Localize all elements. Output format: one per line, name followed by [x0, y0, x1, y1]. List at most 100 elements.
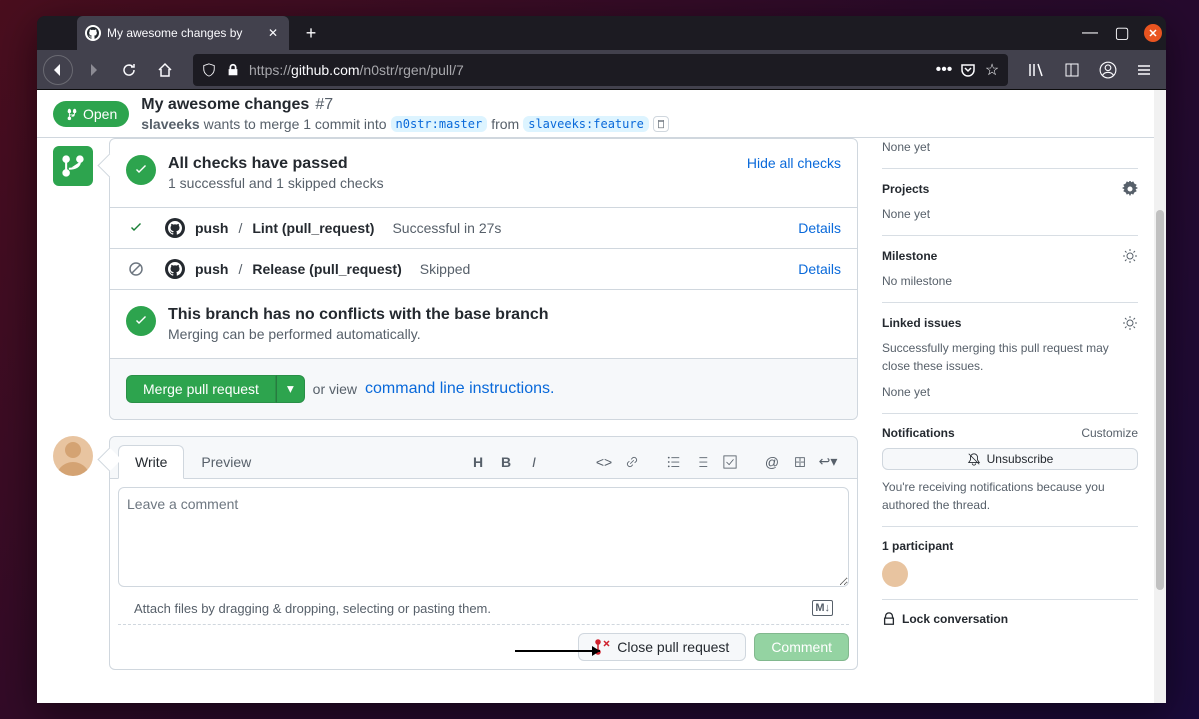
sidebar-linked-issues[interactable]: Linked issues: [882, 315, 1138, 331]
forward-button: [77, 54, 109, 86]
code-icon[interactable]: <>: [591, 449, 617, 475]
tab-close-icon[interactable]: ✕: [265, 25, 281, 41]
tab-title: My awesome changes by: [107, 26, 259, 40]
scrollbar-thumb[interactable]: [1156, 210, 1164, 590]
pr-number: #7: [315, 96, 333, 114]
merge-button[interactable]: Merge pull request: [126, 375, 276, 403]
sidebar-participants: 1 participant: [882, 539, 1138, 553]
window-controls: — ▢: [1080, 16, 1162, 50]
comment-toolbar: H B I <>: [453, 449, 849, 475]
attach-hint[interactable]: Attach files by dragging & dropping, sel…: [134, 601, 491, 616]
library-icon[interactable]: [1020, 54, 1052, 86]
browser-tab[interactable]: My awesome changes by ✕: [77, 16, 289, 50]
check-success-icon: [126, 155, 156, 185]
check-details-link[interactable]: Details: [798, 220, 841, 236]
status-label: Open: [83, 106, 117, 122]
tab-bar: My awesome changes by ✕ + — ▢: [37, 16, 1166, 50]
check-status: Skipped: [420, 261, 471, 277]
sidebar-projects[interactable]: Projects: [882, 181, 1138, 197]
base-branch[interactable]: n0str:master: [391, 116, 488, 132]
head-branch[interactable]: slaveeks:feature: [523, 116, 649, 132]
back-button[interactable]: [43, 55, 73, 85]
write-tab[interactable]: Write: [118, 445, 184, 479]
page-content: Open My awesome changes #7 slaveeks want…: [37, 90, 1166, 703]
sidebar-none-yet: None yet: [882, 138, 1138, 156]
preview-tab[interactable]: Preview: [184, 445, 268, 479]
ul-icon[interactable]: [661, 449, 687, 475]
sidebar-notifications: NotificationsCustomize: [882, 426, 1138, 440]
participant-avatar[interactable]: [882, 561, 908, 587]
check-name[interactable]: Release (pull_request): [252, 261, 401, 277]
comment-form: Write Preview H B I: [109, 436, 858, 690]
home-button[interactable]: [149, 54, 181, 86]
unsubscribe-button[interactable]: Unsubscribe: [882, 448, 1138, 470]
bold-icon[interactable]: B: [493, 449, 519, 475]
user-avatar[interactable]: [53, 436, 93, 476]
reply-icon[interactable]: ↩▾: [815, 449, 841, 475]
scrollbar[interactable]: [1154, 90, 1166, 703]
lock-icon: [225, 62, 241, 78]
url-text: https://github.com/n0str/rgen/pull/7: [249, 62, 928, 78]
comment-button[interactable]: Comment: [754, 633, 849, 661]
merge-button-group: Merge pull request ▾: [126, 375, 305, 403]
pr-title: My awesome changes: [141, 96, 309, 114]
account-icon[interactable]: [1092, 54, 1124, 86]
quote-icon[interactable]: [563, 449, 589, 475]
checks-header: All checks have passed: [168, 155, 384, 173]
check-row: push / Lint (pull_request) Successful in…: [110, 208, 857, 249]
new-tab-button[interactable]: +: [297, 19, 325, 47]
link-icon[interactable]: [619, 449, 645, 475]
nav-bar: https://github.com/n0str/rgen/pull/7 •••…: [37, 50, 1166, 90]
merge-badge-icon: [53, 146, 93, 186]
pr-meta: slaveeks wants to merge 1 commit into n0…: [141, 116, 1138, 132]
pr-header: Open My awesome changes #7 slaveeks want…: [37, 90, 1154, 138]
maximize-button[interactable]: ▢: [1112, 23, 1132, 43]
checks-subtext: 1 successful and 1 skipped checks: [168, 175, 384, 191]
check-skip-icon: [128, 261, 144, 277]
github-favicon: [85, 25, 101, 41]
github-actions-icon: [165, 218, 185, 238]
mention-icon[interactable]: @: [759, 449, 785, 475]
hide-checks-link[interactable]: Hide all checks: [747, 155, 841, 171]
menu-icon[interactable]: [1128, 54, 1160, 86]
conflict-subtext: Merging can be performed automatically.: [168, 326, 549, 342]
lock-conversation[interactable]: Lock conversation: [882, 600, 1138, 626]
copy-icon[interactable]: [653, 116, 669, 132]
comment-textarea[interactable]: [118, 487, 849, 587]
merge-dropdown[interactable]: ▾: [276, 375, 305, 403]
minimize-button[interactable]: —: [1080, 23, 1100, 43]
no-conflict-icon: [126, 306, 156, 336]
task-icon[interactable]: [717, 449, 743, 475]
sidebar-milestone[interactable]: Milestone: [882, 248, 1138, 264]
reload-button[interactable]: [113, 54, 145, 86]
ol-icon[interactable]: [689, 449, 715, 475]
more-icon[interactable]: •••: [936, 62, 952, 78]
gear-icon: [1122, 315, 1138, 331]
status-badge: Open: [53, 101, 129, 127]
markdown-icon[interactable]: M↓: [812, 600, 833, 616]
timeline: All checks have passed 1 successful and …: [53, 138, 858, 703]
github-actions-icon: [165, 259, 185, 279]
check-pass-icon: [128, 220, 144, 236]
gear-icon: [1122, 248, 1138, 264]
shield-icon: [201, 62, 217, 78]
browser-window: My awesome changes by ✕ + — ▢ https://gi…: [37, 16, 1166, 703]
cli-instructions-link[interactable]: command line instructions.: [365, 380, 554, 398]
pr-author[interactable]: slaveeks: [141, 116, 199, 132]
italic-icon[interactable]: I: [521, 449, 547, 475]
pocket-icon[interactable]: [960, 62, 976, 78]
bookmark-icon[interactable]: ☆: [984, 62, 1000, 78]
check-row: push / Release (pull_request) Skipped De…: [110, 249, 857, 290]
close-window-button[interactable]: [1144, 24, 1162, 42]
check-name[interactable]: Lint (pull_request): [252, 220, 374, 236]
sidebar: None yet Projects None yet Milestone No …: [882, 138, 1138, 703]
customize-link[interactable]: Customize: [1081, 426, 1138, 440]
close-pr-button[interactable]: Close pull request: [578, 633, 746, 661]
check-status: Successful in 27s: [392, 220, 501, 236]
heading-icon[interactable]: H: [465, 449, 491, 475]
sidebar-icon[interactable]: [1056, 54, 1088, 86]
url-bar[interactable]: https://github.com/n0str/rgen/pull/7 •••…: [193, 54, 1008, 86]
conflict-header: This branch has no conflicts with the ba…: [168, 306, 549, 324]
reference-icon[interactable]: [787, 449, 813, 475]
check-details-link[interactable]: Details: [798, 261, 841, 277]
